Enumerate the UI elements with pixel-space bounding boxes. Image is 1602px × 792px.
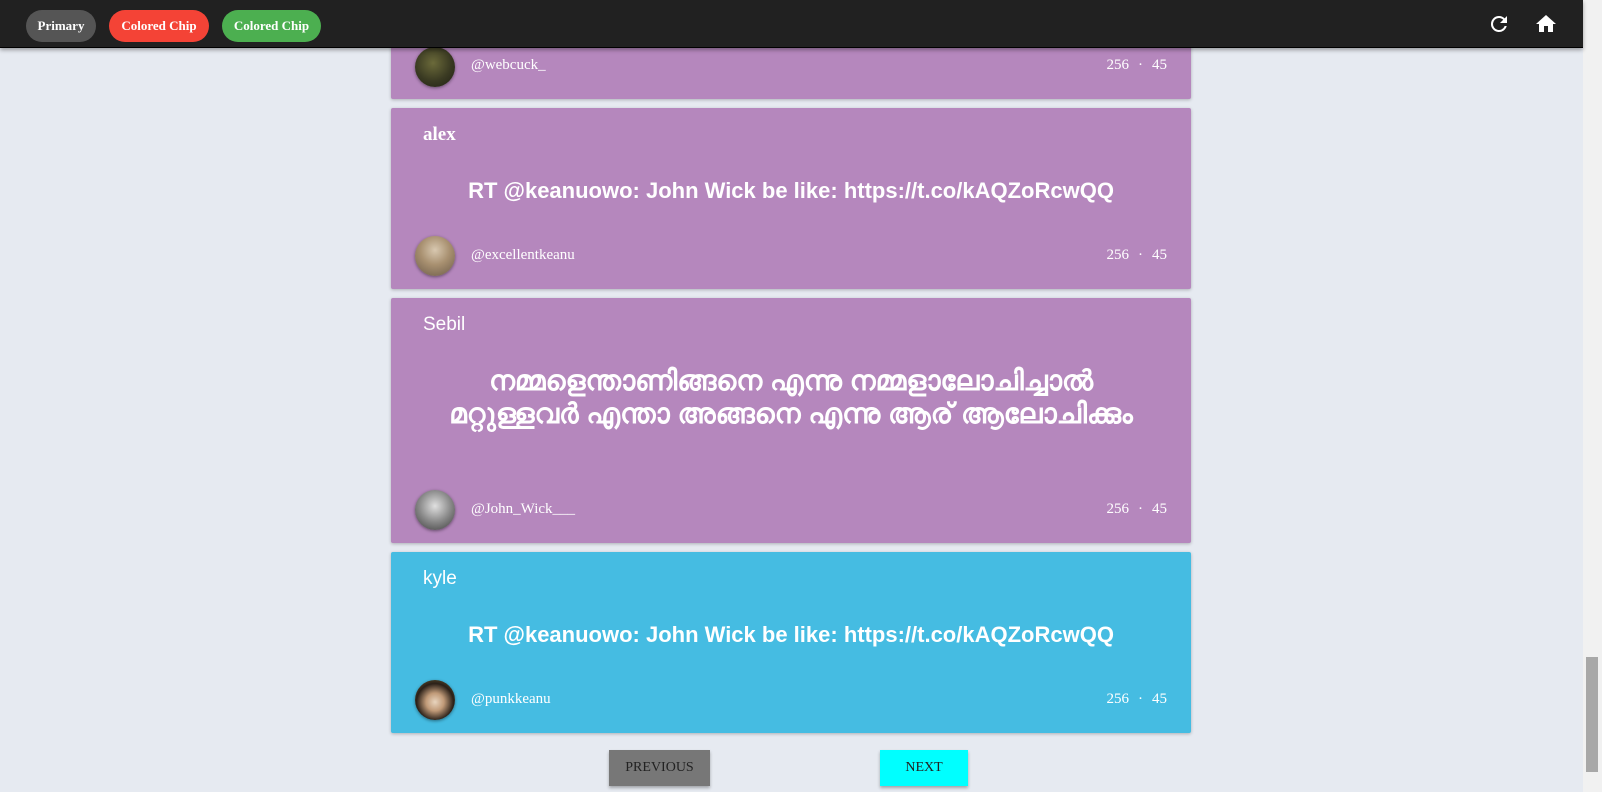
retweet-count: 256: [1106, 57, 1130, 73]
avatar: [415, 47, 455, 87]
tweet-handle[interactable]: @punkkeanu: [471, 691, 551, 708]
stat-separator: ·: [1138, 501, 1143, 517]
like-count: 45: [1152, 501, 1167, 517]
scrollbar-thumb[interactable]: [1586, 657, 1598, 772]
avatar: [415, 490, 455, 530]
like-count: 45: [1152, 247, 1167, 263]
tweet-username: kyle: [423, 568, 457, 589]
tweet-stats: 256 · 45: [1107, 691, 1168, 708]
stat-separator: ·: [1138, 247, 1143, 263]
tweet-card: Sebil നമ്മളെന്താണിങ്ങനെ എന്നു നമ്മളാലോചി…: [391, 298, 1191, 543]
tweet-username: alex: [423, 124, 456, 145]
top-app-bar: Primary Colored Chip Colored Chip: [0, 0, 1583, 48]
retweet-count: 256: [1106, 247, 1130, 263]
tweet-username: Sebil: [423, 314, 466, 335]
stat-separator: ·: [1138, 57, 1143, 73]
tweet-card: kyle RT @keanuowo: John Wick be like: ht…: [391, 552, 1191, 733]
home-icon[interactable]: [1534, 12, 1558, 36]
like-count: 45: [1152, 691, 1167, 707]
stat-separator: ·: [1138, 691, 1143, 707]
tweet-text: RT @keanuowo: John Wick be like: https:/…: [468, 622, 1114, 647]
like-count: 45: [1152, 57, 1167, 73]
chip-primary[interactable]: Primary: [26, 10, 96, 42]
avatar: [415, 236, 455, 276]
tweet-text: നമ്മളെന്താണിങ്ങനെ എന്നു നമ്മളാലോചിച്ചാൽ …: [449, 365, 1133, 429]
avatar: [415, 680, 455, 720]
tweet-stats: 256 · 45: [1107, 57, 1168, 74]
tweet-card: alex RT @keanuowo: John Wick be like: ht…: [391, 108, 1191, 289]
chip-colored-red[interactable]: Colored Chip: [109, 10, 209, 42]
tweet-handle[interactable]: @webcuck_: [471, 57, 546, 74]
tweet-stats: 256 · 45: [1107, 501, 1168, 518]
tweet-handle[interactable]: @excellentkeanu: [471, 247, 575, 264]
next-button[interactable]: NEXT: [880, 750, 968, 786]
refresh-icon[interactable]: [1487, 12, 1511, 36]
tweet-handle[interactable]: @John_Wick___: [471, 501, 575, 518]
retweet-count: 256: [1106, 691, 1130, 707]
retweet-count: 256: [1106, 501, 1130, 517]
chip-colored-green[interactable]: Colored Chip: [222, 10, 321, 42]
previous-button[interactable]: PREVIOUS: [609, 750, 710, 786]
tweet-text: RT @keanuowo: John Wick be like: https:/…: [468, 178, 1114, 203]
tweet-stats: 256 · 45: [1107, 247, 1168, 264]
